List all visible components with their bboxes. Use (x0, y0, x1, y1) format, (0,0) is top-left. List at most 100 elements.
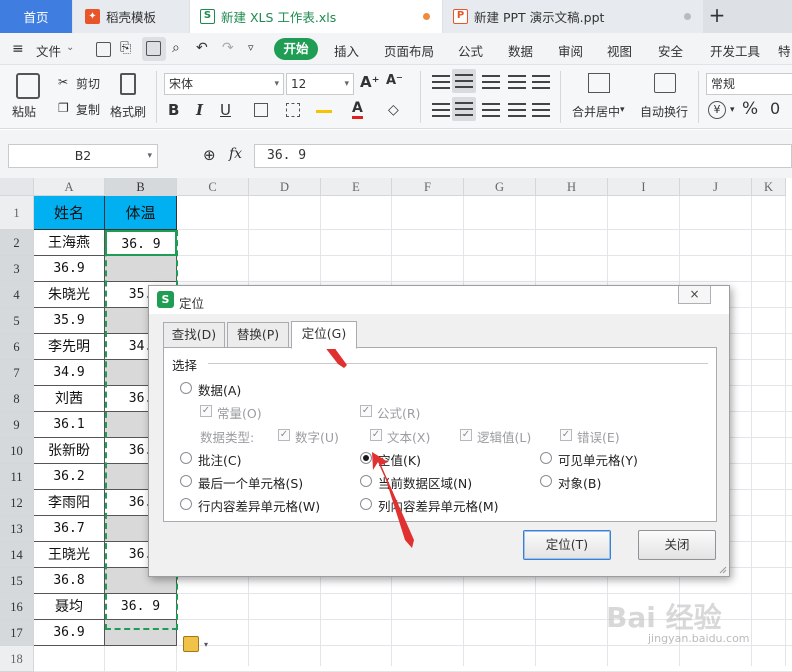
menu-security[interactable]: 安全 (658, 41, 683, 60)
cell-a13[interactable]: 36.7 (34, 516, 105, 542)
cell-b16[interactable]: 36. 9 (105, 594, 177, 620)
checkbox-formula[interactable]: ✓ (360, 405, 372, 417)
undo-icon[interactable]: ↶ (196, 40, 208, 56)
row-header-10[interactable]: 10 (0, 438, 34, 464)
wrap-text-button[interactable]: 自动换行 (640, 103, 688, 120)
tab-ppt[interactable]: P 新建 PPT 演示文稿.ppt (443, 0, 703, 33)
row-header-13[interactable]: 13 (0, 516, 34, 542)
radio-null[interactable] (360, 452, 372, 464)
row-header-9[interactable]: 9 (0, 412, 34, 438)
cell-b3[interactable] (105, 256, 177, 282)
chevron-down-icon[interactable]: ▾ (204, 640, 208, 649)
merge-center-button[interactable]: 合并居中 (572, 103, 620, 120)
radio-col-diff[interactable] (360, 498, 372, 510)
chevron-down-icon[interactable]: ⌄ (66, 42, 74, 53)
column-header-e[interactable]: E (321, 178, 392, 196)
cell-a12[interactable]: 李雨阳 (34, 490, 105, 516)
resize-grip-icon[interactable] (717, 564, 727, 574)
column-header-j[interactable]: J (680, 178, 752, 196)
font-size-select[interactable]: 12 ▾ (286, 73, 354, 95)
cell-a14[interactable]: 王晓光 (34, 542, 105, 568)
radio-row-diff[interactable] (180, 498, 192, 510)
tab-home[interactable]: 首页 (0, 0, 72, 33)
column-header-a[interactable]: A (34, 178, 105, 196)
export-icon[interactable]: ⎘ (120, 40, 131, 56)
radio-object[interactable] (540, 475, 552, 487)
menu-start[interactable]: 开始 (274, 38, 318, 60)
row-header-3[interactable]: 3 (0, 256, 34, 282)
radio-data[interactable] (180, 382, 192, 394)
row-header-8[interactable]: 8 (0, 386, 34, 412)
zoom-search-icon[interactable]: ⊕ (203, 146, 216, 164)
font-grow-icon[interactable]: A⁺ (360, 73, 380, 91)
fx-icon[interactable]: fx (229, 146, 242, 162)
customize-chevron-icon[interactable]: ▿ (248, 41, 254, 54)
cell-a5[interactable]: 35.9 (34, 308, 105, 334)
row-header-5[interactable]: 5 (0, 308, 34, 334)
paste-options-icon[interactable] (183, 636, 199, 652)
font-color-icon[interactable]: A (352, 100, 363, 119)
cell-a16[interactable]: 聂均 (34, 594, 105, 620)
cell-b17[interactable] (105, 620, 177, 646)
merge-icon[interactable] (588, 73, 610, 93)
checkbox-constant[interactable]: ✓ (200, 405, 212, 417)
align-center-button[interactable] (452, 97, 476, 121)
distribute-icon[interactable] (532, 103, 550, 117)
align-bottom-icon[interactable] (482, 75, 500, 89)
cell-a17[interactable]: 36.9 (34, 620, 105, 646)
paste-icon[interactable] (16, 73, 40, 99)
name-box[interactable]: B2 ▾ (8, 144, 158, 168)
menu-insert[interactable]: 插入 (334, 41, 359, 60)
cell-a10[interactable]: 张新盼 (34, 438, 105, 464)
row-header-12[interactable]: 12 (0, 490, 34, 516)
menu-developer[interactable]: 开发工具 (710, 41, 760, 60)
column-header-k[interactable]: K (752, 178, 786, 196)
thousands-button[interactable]: 0 (770, 99, 780, 118)
column-header-g[interactable]: G (464, 178, 536, 196)
tab-xls[interactable]: S 新建 XLS 工作表.xls (190, 0, 442, 33)
chevron-down-icon[interactable]: ▾ (620, 105, 625, 115)
border-icon[interactable] (254, 103, 268, 117)
cell-a3[interactable]: 36.9 (34, 256, 105, 282)
column-header-c[interactable]: C (177, 178, 249, 196)
print-button[interactable] (142, 37, 166, 61)
row-header-17[interactable]: 17 (0, 620, 34, 646)
row-header-18[interactable]: 18 (0, 646, 34, 672)
radio-region[interactable] (360, 475, 372, 487)
tab-goto[interactable]: 定位(G) (291, 321, 357, 349)
checkbox-number[interactable]: ✓ (278, 429, 290, 441)
select-all-corner[interactable] (0, 178, 34, 196)
align-right-icon[interactable] (482, 103, 500, 117)
paste-button[interactable]: 粘贴 (12, 103, 36, 120)
column-header-d[interactable]: D (249, 178, 321, 196)
font-shrink-icon[interactable]: A⁻ (386, 73, 403, 88)
tab-find[interactable]: 查找(D) (163, 322, 225, 348)
menu-page-layout[interactable]: 页面布局 (384, 41, 434, 60)
header-cell-name[interactable]: 姓名 (34, 196, 105, 230)
radio-last-cell[interactable] (180, 475, 192, 487)
fill-color-icon[interactable] (316, 103, 332, 113)
font-name-select[interactable]: 宋体 ▾ (164, 73, 284, 95)
justify-icon[interactable] (508, 103, 526, 117)
menu-view[interactable]: 视图 (607, 41, 632, 60)
row-header-14[interactable]: 14 (0, 542, 34, 568)
cut-icon[interactable]: ✂ (58, 75, 68, 89)
cell-a6[interactable]: 李先明 (34, 334, 105, 360)
checkbox-logic[interactable]: ✓ (460, 429, 472, 441)
copy-icon[interactable]: ❐ (58, 101, 69, 115)
cell-style-icon[interactable] (286, 103, 300, 117)
close-button[interactable]: 关闭 (638, 530, 716, 560)
row-header-7[interactable]: 7 (0, 360, 34, 386)
header-cell-temp[interactable]: 体温 (105, 196, 177, 230)
cell-a18[interactable] (34, 646, 105, 672)
goto-button[interactable]: 定位(T) (523, 530, 611, 560)
underline-button[interactable]: U (220, 101, 231, 119)
menu-review[interactable]: 审阅 (558, 41, 583, 60)
cell-b2[interactable]: 36. 9 (105, 230, 177, 256)
chevron-down-icon[interactable]: ▾ (730, 105, 735, 115)
percent-button[interactable]: % (742, 99, 758, 119)
cell-a4[interactable]: 朱晓光 (34, 282, 105, 308)
redo-icon[interactable]: ↷ (222, 40, 234, 56)
cell-a8[interactable]: 刘茜 (34, 386, 105, 412)
tab-docer[interactable]: ✦ 稻壳模板 (73, 0, 189, 33)
